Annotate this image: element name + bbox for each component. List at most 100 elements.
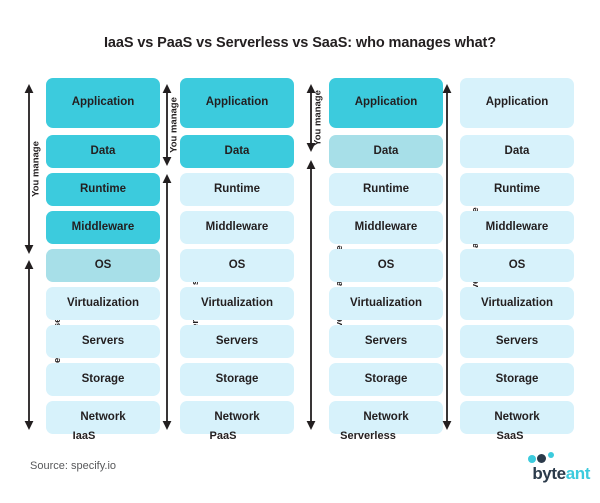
arrow-glyph-icon [306, 160, 316, 430]
layer-stack: Application Data Runtime Middleware OS Virtua… [460, 78, 574, 434]
layer-box-label: Servers [364, 334, 408, 347]
layer-box-label: Storage [215, 372, 259, 385]
service-model-comparison-chart: You manageDelivered as a serviceApplicat… [0, 78, 600, 442]
layer-box-application[interactable]: Application [460, 78, 574, 128]
layer-box-virtualization[interactable]: Virtualization [329, 287, 443, 320]
arrow-label: You manage [168, 97, 180, 153]
layer-box-label: Data [504, 144, 530, 157]
layer-box-label: Middleware [205, 220, 269, 233]
layer-box-os[interactable]: OS [180, 249, 294, 282]
layer-box-servers[interactable]: Servers [329, 325, 443, 358]
layer-box-label: Middleware [485, 220, 549, 233]
column-iaas: You manageDelivered as a serviceApplicat… [8, 78, 160, 442]
layer-box-label: OS [94, 258, 112, 271]
layer-box-label: Servers [81, 334, 125, 347]
layer-box-label: Virtualization [67, 296, 139, 309]
layer-box-virtualization[interactable]: Virtualization [180, 287, 294, 320]
layer-box-label: Network [494, 410, 540, 423]
logo-dot-2 [537, 454, 546, 463]
layer-box-label: Runtime [363, 182, 409, 195]
layer-box-application[interactable]: Application [329, 78, 443, 128]
layer-stack: Application Data Runtime Middleware OS Virtua… [46, 78, 160, 434]
layer-box-label: Virtualization [350, 296, 422, 309]
layer-box-label: Virtualization [201, 296, 273, 309]
logo-dot-1 [528, 455, 536, 463]
layer-box-runtime[interactable]: Runtime [180, 173, 294, 206]
column-serverless: You manageDelivered as a serviceApplicat… [292, 78, 444, 442]
layer-box-application[interactable]: Application [180, 78, 294, 128]
arrow-you-manage: You manage [18, 84, 42, 254]
arrow-glyph-icon [442, 84, 452, 430]
layer-box-label: Network [80, 410, 126, 423]
column-name-label: SaaS [496, 430, 524, 442]
layer-stack: Application Data Runtime Middleware OS Virtua… [329, 78, 443, 434]
layer-box-label: Middleware [71, 220, 135, 233]
layer-box-data[interactable]: Data [180, 135, 294, 168]
layer-box-label: OS [377, 258, 395, 271]
layer-box-runtime[interactable]: Runtime [460, 173, 574, 206]
logo-wordmark: byteant [494, 464, 590, 484]
arrow-glyph-icon [24, 260, 34, 430]
layer-box-virtualization[interactable]: Virtualization [460, 287, 574, 320]
layer-box-middleware[interactable]: Middleware [46, 211, 160, 244]
arrow-you-manage: You manage [300, 84, 324, 152]
logo-dot-3 [548, 452, 554, 458]
source-attribution: Source: specify.io [30, 460, 117, 472]
layer-box-os[interactable]: OS [46, 249, 160, 282]
layer-box-label: Virtualization [481, 296, 553, 309]
arrow-delivered-as-a-service: Delivered as a service [156, 174, 201, 430]
logo-word-accent: ant [565, 464, 591, 483]
layer-box-servers[interactable]: Servers [180, 325, 294, 358]
layer-box-middleware[interactable]: Middleware [180, 211, 294, 244]
byteant-logo: byteant [494, 450, 590, 494]
layer-box-storage[interactable]: Storage [329, 363, 443, 396]
layer-box-label: Middleware [354, 220, 418, 233]
column-name-label: PaaS [209, 430, 237, 442]
layer-box-runtime[interactable]: Runtime [46, 173, 160, 206]
layer-box-label: OS [508, 258, 526, 271]
layer-box-label: Network [214, 410, 260, 423]
arrow-delivered-as-a-service: Delivered as a service [436, 84, 481, 430]
layer-box-label: Runtime [494, 182, 540, 195]
layer-box-data[interactable]: Data [329, 135, 443, 168]
layer-box-label: OS [228, 258, 246, 271]
arrow-label: You manage [30, 141, 42, 197]
layer-box-runtime[interactable]: Runtime [329, 173, 443, 206]
footer: Source: specify.io byteant [0, 448, 600, 503]
layer-box-storage[interactable]: Storage [180, 363, 294, 396]
arrow-delivered-as-a-service: Delivered as a service [18, 260, 63, 430]
layer-box-label: Application [354, 96, 418, 109]
layer-stack: Application Data Runtime Middleware OS Virtua… [180, 78, 294, 434]
layer-box-label: Data [373, 144, 399, 157]
layer-box-application[interactable]: Application [46, 78, 160, 128]
layer-box-servers[interactable]: Servers [46, 325, 160, 358]
arrow-label: You manage [312, 90, 324, 146]
layer-box-data[interactable]: Data [46, 135, 160, 168]
layer-box-label: Data [90, 144, 116, 157]
layer-box-label: Application [205, 96, 269, 109]
layer-box-middleware[interactable]: Middleware [460, 211, 574, 244]
layer-box-storage[interactable]: Storage [460, 363, 574, 396]
layer-box-label: Storage [364, 372, 408, 385]
logo-word-primary: byte [532, 464, 566, 483]
column-name-label: Serverless [340, 430, 396, 442]
page-title: IaaS vs PaaS vs Serverless vs SaaS: who … [103, 35, 497, 51]
layer-box-label: Storage [81, 372, 125, 385]
arrow-delivered-as-a-service: Delivered as a service [300, 160, 345, 430]
layer-box-label: Runtime [80, 182, 126, 195]
layer-box-servers[interactable]: Servers [460, 325, 574, 358]
layer-box-label: Application [485, 96, 549, 109]
arrow-glyph-icon [162, 174, 172, 430]
layer-box-os[interactable]: OS [329, 249, 443, 282]
layer-box-label: Storage [495, 372, 539, 385]
layer-box-data[interactable]: Data [460, 135, 574, 168]
layer-box-middleware[interactable]: Middleware [329, 211, 443, 244]
layer-box-storage[interactable]: Storage [46, 363, 160, 396]
layer-box-label: Servers [215, 334, 259, 347]
column-saas: Delivered as a service Application Data Run… [428, 78, 592, 442]
layer-box-virtualization[interactable]: Virtualization [46, 287, 160, 320]
logo-dots-icon [528, 452, 568, 464]
layer-box-label: Application [71, 96, 135, 109]
layer-box-os[interactable]: OS [460, 249, 574, 282]
layer-box-label: Runtime [214, 182, 260, 195]
